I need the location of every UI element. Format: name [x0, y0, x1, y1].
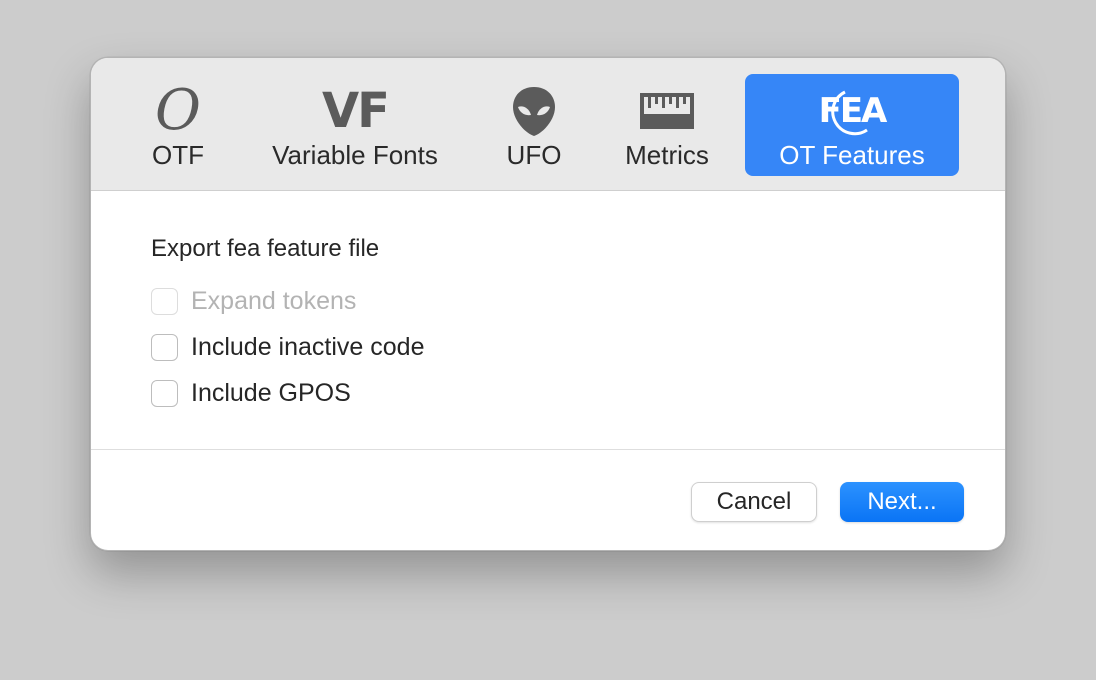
- section-heading: Export fea feature file: [151, 235, 380, 262]
- alien-icon: [510, 82, 558, 140]
- next-button[interactable]: Next...: [840, 482, 964, 522]
- tab-variable-fonts[interactable]: VF Variable Fonts: [249, 74, 461, 176]
- fea-icon-text: FEA: [818, 91, 888, 131]
- include-inactive-code-label[interactable]: Include inactive code: [191, 333, 424, 362]
- tab-variable-fonts-label: Variable Fonts: [272, 140, 438, 170]
- export-dialog: O OTF VF Variable Fonts UFO Metrics FEA …: [90, 57, 1006, 551]
- ruler-icon: [639, 82, 695, 140]
- include-inactive-code-checkbox[interactable]: [151, 333, 178, 361]
- expand-tokens-checkbox: [151, 287, 178, 315]
- otf-icon-glyph: O: [155, 78, 201, 143]
- options-panel: Export fea feature file Expand tokens In…: [91, 192, 1005, 450]
- include-gpos-checkbox[interactable]: [151, 379, 178, 407]
- fea-icon: FEA: [818, 82, 888, 140]
- include-inactive-code-option[interactable]: Include inactive code: [151, 332, 424, 362]
- otf-icon: O: [155, 82, 201, 140]
- tab-metrics[interactable]: Metrics: [607, 74, 727, 176]
- expand-tokens-label: Expand tokens: [191, 286, 357, 315]
- tab-ot-features[interactable]: FEA OT Features: [745, 74, 959, 176]
- tab-otf-label: OTF: [152, 140, 204, 170]
- tab-otf[interactable]: O OTF: [137, 74, 219, 176]
- tab-ot-features-label: OT Features: [779, 140, 925, 170]
- cancel-button[interactable]: Cancel: [691, 482, 817, 522]
- vf-icon-text: VF: [322, 83, 390, 139]
- tab-metrics-label: Metrics: [625, 140, 709, 170]
- expand-tokens-option: Expand tokens: [151, 286, 356, 316]
- include-gpos-option[interactable]: Include GPOS: [151, 378, 351, 408]
- vf-icon: VF: [322, 82, 390, 140]
- export-format-toolbar: O OTF VF Variable Fonts UFO Metrics FEA …: [91, 58, 1005, 191]
- include-gpos-label[interactable]: Include GPOS: [191, 379, 351, 408]
- tab-ufo-label: UFO: [506, 140, 562, 170]
- tab-ufo[interactable]: UFO: [491, 74, 577, 176]
